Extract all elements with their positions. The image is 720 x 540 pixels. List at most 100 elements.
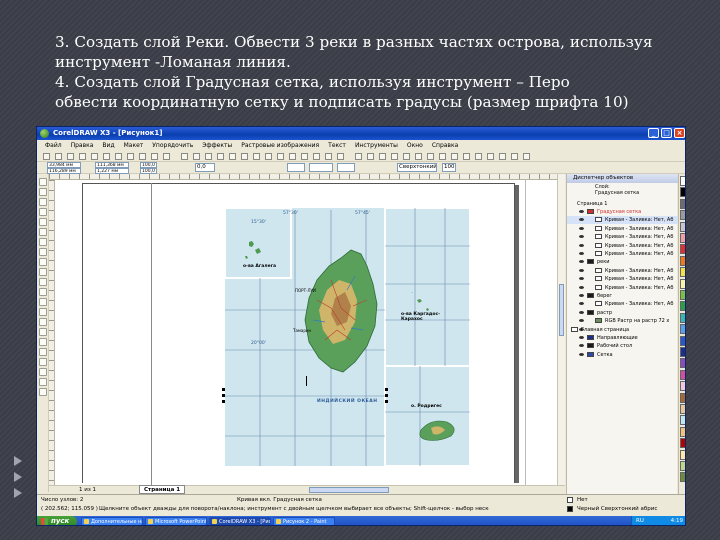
palette-swatch[interactable] [680,221,685,232]
toolbar-icon[interactable] [205,153,212,160]
docker-row[interactable]: RGB Растр на растр 72 x [567,317,678,325]
menu-item[interactable]: Упорядочить [152,140,193,151]
tool-icon[interactable] [39,308,47,316]
toolbar-icon[interactable] [499,153,506,160]
visibility-icon[interactable] [579,310,584,314]
palette-swatch[interactable] [680,381,685,392]
toolbar-icon[interactable] [67,153,74,160]
tool-icon[interactable] [39,238,47,246]
toolbar-icon[interactable] [313,153,320,160]
docker-row[interactable]: Кривая - Заливка: Нет, Аб [567,267,678,275]
menu-item[interactable]: Файл [45,140,62,151]
docker-row[interactable]: реки [567,258,678,266]
menu-item[interactable]: Окно [407,140,423,151]
tool-icon[interactable] [39,298,47,306]
tool-icon[interactable] [39,198,47,206]
palette-swatch[interactable] [680,358,685,369]
palette-swatch[interactable] [680,461,685,471]
menu-item[interactable]: Макет [124,140,144,151]
menu-item[interactable]: Справка [432,140,458,151]
line-start-select[interactable] [287,163,305,172]
vertical-scrollbar[interactable] [557,174,565,485]
window-titlebar[interactable]: CorelDRAW X3 - [Рисунок1] _ □ × [37,127,685,140]
palette-swatch[interactable] [680,233,685,243]
tool-icon[interactable] [39,318,47,326]
visibility-icon[interactable] [579,336,584,339]
palette-swatch[interactable] [680,267,685,278]
docker-row[interactable]: Кривая - Заливка: Нет, Аб [567,233,678,241]
toolbar-icon[interactable] [163,153,170,160]
visibility-icon[interactable] [579,352,584,356]
tool-icon[interactable] [39,218,47,226]
zoom-field[interactable]: 100 [442,163,456,172]
docker-row[interactable]: Кривая - Заливка: Нет, Аб [567,300,678,308]
visibility-icon[interactable] [579,344,584,348]
menu-item[interactable]: Эффекты [202,140,232,151]
outline-width-select[interactable]: Сверхтонкий [397,163,437,172]
horizontal-scroll-thumb[interactable] [309,487,389,493]
palette-swatch[interactable] [680,312,685,323]
taskbar-button[interactable]: Дополнительные на... [81,517,143,525]
docker-row[interactable]: Кривая - Заливка: Нет, Аб [567,284,678,292]
toolbar-icon[interactable] [277,153,284,160]
toolbar-icon[interactable] [43,153,50,160]
visibility-icon[interactable] [579,260,584,264]
docker-row[interactable]: растр [567,309,678,317]
taskbar-button[interactable]: Рисунок 2 - Paint [273,517,335,525]
toolbar-icon[interactable] [427,153,434,160]
docker-row[interactable]: Кривая - Заливка: Нет, Аб [567,242,678,250]
maximize-button[interactable]: □ [661,128,672,138]
docker-row[interactable]: Кривая - Заливка: Нет, Аб [567,250,678,258]
taskbar-button[interactable]: CorelDRAW X3 - [Рис... [209,517,271,525]
line-end-select[interactable] [337,163,355,172]
tool-icon[interactable] [39,268,47,276]
toolbar-icon[interactable] [523,153,530,160]
toolbar-icon[interactable] [217,153,224,160]
palette-swatch[interactable] [680,335,685,346]
visibility-icon[interactable] [579,268,584,272]
docker-row[interactable]: Градусная сетка [567,208,678,216]
language-indicator[interactable]: RU [636,518,644,524]
visibility-icon[interactable] [579,218,584,222]
tool-icon[interactable] [39,348,47,356]
tool-icon[interactable] [39,258,47,266]
palette-swatch[interactable] [680,301,685,312]
toolbar-icon[interactable] [103,153,110,160]
toolbar-icon[interactable] [253,153,260,160]
tool-icon[interactable] [39,358,47,366]
visibility-icon[interactable] [579,252,584,255]
palette-swatch[interactable] [680,187,685,198]
visibility-icon[interactable] [579,243,584,247]
toolbar-icon[interactable] [79,153,86,160]
docker-row[interactable]: Кривая - Заливка: Нет, Аб [567,275,678,283]
tool-icon[interactable] [39,388,47,396]
visibility-icon[interactable] [579,226,584,230]
minimize-button[interactable]: _ [648,128,659,138]
toolbar-icon[interactable] [91,153,98,160]
menu-item[interactable]: Вид [102,140,114,151]
toolbar-icon[interactable] [379,153,386,160]
palette-swatch[interactable] [680,176,685,186]
close-button[interactable]: × [674,128,685,138]
horizontal-scrollbar[interactable]: 1 из 1 Страница 1 [49,485,565,494]
angle-field[interactable]: 0,0 [195,163,215,172]
palette-swatch[interactable] [680,198,685,209]
visibility-icon[interactable] [579,277,584,281]
toolbar-icon[interactable] [325,153,332,160]
palette-swatch[interactable] [680,210,685,221]
toolbar-icon[interactable] [289,153,296,160]
palette-swatch[interactable] [680,438,685,449]
toolbar-icon[interactable] [301,153,308,160]
tool-icon[interactable] [39,248,47,256]
docker-row[interactable]: Кривая - Заливка: Нет, Аб [567,216,678,225]
tool-icon[interactable] [39,208,47,216]
palette-swatch[interactable] [680,347,685,357]
docker-row[interactable]: берег [567,292,678,300]
toolbar-icon[interactable] [181,153,188,160]
palette-swatch[interactable] [680,426,685,437]
docker-row[interactable]: Рабочий стол [567,342,678,350]
toolbar-icon[interactable] [193,153,200,160]
tool-icon[interactable] [39,378,47,386]
docker-page-row[interactable]: Страница 1 [567,200,678,208]
toolbar-icon[interactable] [511,153,518,160]
